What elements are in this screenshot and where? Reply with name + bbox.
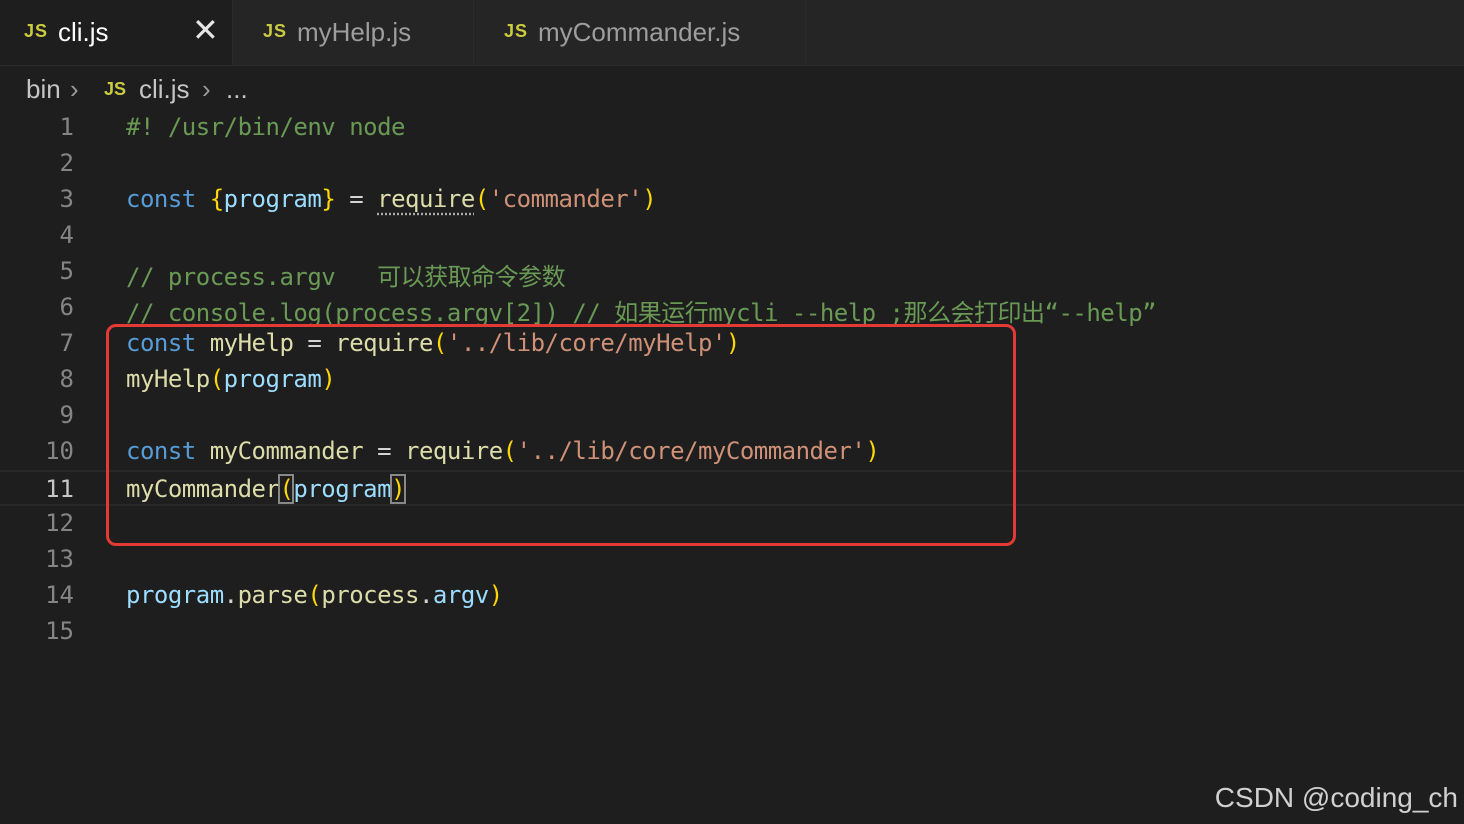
code-line[interactable]: 1 #! /usr/bin/env node [0,110,1464,146]
javascript-file-icon: JS [504,21,529,41]
line-number: 10 [45,437,74,465]
javascript-file-icon: JS [104,79,127,99]
code-token: program [126,581,224,609]
close-icon[interactable]: ✕ [192,14,219,46]
line-number: 4 [59,221,74,249]
code-token: } [321,185,336,213]
javascript-file-icon: JS [24,21,49,41]
watermark: CSDN @coding_ch [1214,782,1458,813]
code-line[interactable]: 15 [0,614,1464,650]
code-text[interactable]: program.parse(process.argv) [126,581,503,609]
code-token: ) [488,581,503,609]
code-token: const [126,185,210,213]
breadcrumb-more[interactable]: ... [226,74,248,105]
tab-label: cli.js [58,17,109,47]
breadcrumb: bin › JS cli.js › ... [0,65,1464,113]
code-token: ) [642,185,657,213]
code-text[interactable]: #! /usr/bin/env node [126,113,405,141]
code-token: ( [474,185,489,213]
code-token: = [335,185,378,213]
line-number: 13 [45,545,74,573]
code-line[interactable]: 5 // process.argv 可以获取命令参数 [0,254,1464,292]
code-line[interactable]: 14 program.parse(process.argv) [0,578,1464,614]
tab-bar: JS cli.js ✕ JS myHelp.js JS myCommander.… [0,0,1464,66]
code-text[interactable]: // process.argv 可以获取命令参数 [126,257,566,292]
chevron-right-icon: › [70,74,79,104]
line-number: 8 [59,365,74,393]
line-number: 11 [45,475,74,503]
tab-myhelp-js[interactable]: JS myHelp.js [233,0,474,65]
line-number: 14 [45,581,74,609]
breadcrumb-file[interactable]: cli.js [139,74,190,105]
code-token: ( [307,581,322,609]
code-line[interactable]: 13 [0,542,1464,578]
code-token: require [377,185,475,213]
highlight-annotation-box [106,324,1016,546]
code-token: #! /usr/bin/env node [126,113,405,141]
code-line[interactable]: 3 const {program} = require('commander') [0,182,1464,218]
code-token: // console.log(process.argv[2]) // 如果运行m… [126,299,1157,327]
line-number: 12 [45,509,74,537]
code-token: . [223,581,238,609]
line-number: 2 [59,149,74,177]
code-token: { [209,185,224,213]
tab-mycommander-js[interactable]: JS myCommander.js [474,0,806,65]
code-token: argv [432,581,489,609]
code-text[interactable]: const {program} = require('commander') [126,185,657,213]
code-token: program [223,185,322,213]
code-token: 'commander' [488,185,643,213]
line-number: 6 [59,293,74,321]
line-number: 9 [59,401,74,429]
code-line[interactable]: 6 // console.log(process.argv[2]) // 如果运行… [0,290,1464,328]
line-number: 15 [45,617,74,645]
code-token: . [418,581,433,609]
chevron-right-icon: › [202,74,211,104]
code-line[interactable]: 2 [0,146,1464,182]
code-token: // process.argv 可以获取命令参数 [126,263,566,291]
tab-label: myHelp.js [297,17,412,47]
line-number: 5 [59,257,74,285]
code-line[interactable]: 4 [0,218,1464,254]
tab-label: myCommander.js [538,17,741,47]
code-token: parse [237,581,308,609]
breadcrumb-folder[interactable]: bin [26,74,61,105]
line-number: 1 [59,113,74,141]
line-number: 3 [59,185,74,213]
tab-cli-js[interactable]: JS cli.js ✕ [0,0,233,65]
code-text[interactable]: // console.log(process.argv[2]) // 如果运行m… [126,293,1157,328]
code-token: process [321,581,419,609]
line-number: 7 [59,329,74,357]
javascript-file-icon: JS [263,21,288,41]
